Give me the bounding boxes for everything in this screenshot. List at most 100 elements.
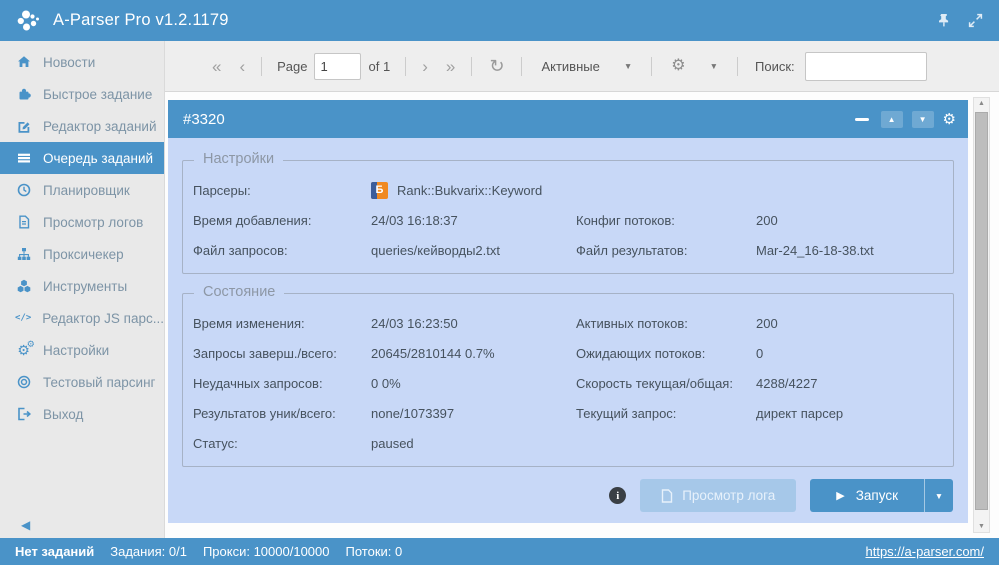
field-label: Неудачных запросов: — [193, 368, 371, 398]
refresh-icon[interactable]: ↻ — [479, 57, 514, 75]
move-up-button[interactable]: ▲ — [881, 111, 903, 128]
scrollbar-thumb[interactable] — [975, 112, 988, 510]
field-value: 20645/2810144 0.7% — [371, 338, 576, 368]
titlebar: A-Parser Pro v1.2.1179 — [0, 0, 999, 41]
parsers-value: Б Rank::Bukvarix::Keyword — [371, 175, 943, 205]
sidebar-item-label: Проксичекер — [43, 247, 124, 262]
sidebar-item-label: Просмотр логов — [43, 215, 143, 230]
home-icon — [15, 55, 32, 69]
filter-dropdown[interactable]: Активные ▼ — [529, 59, 644, 74]
sidebar-item-task-editor[interactable]: Редактор заданий — [0, 110, 164, 142]
minimize-icon[interactable] — [855, 118, 869, 121]
toolbar-separator — [405, 57, 406, 76]
proxy-counter: Прокси: 10000/10000 — [203, 544, 330, 559]
threads-counter: Потоки: 0 — [346, 544, 403, 559]
toolbar-separator — [651, 57, 652, 76]
scroll-up-icon[interactable]: ▲ — [974, 100, 989, 107]
chevron-down-icon[interactable]: ▼ — [710, 61, 718, 71]
app-window: A-Parser Pro v1.2.1179 Новости — [0, 0, 999, 565]
sidebar-item-js-editor[interactable]: </> Редактор JS парс... — [0, 302, 164, 334]
status-text: Нет заданий — [15, 544, 94, 559]
play-icon: ▶ — [836, 489, 844, 502]
search-input[interactable] — [805, 52, 927, 81]
sidebar-item-label: Очередь заданий — [43, 151, 153, 166]
task-panel-header: #3320 ▲ ▼ ⚙ — [168, 100, 968, 138]
last-page-button[interactable]: » — [437, 58, 464, 75]
run-button[interactable]: ▶ Запуск ▼ — [810, 479, 953, 512]
list-icon — [15, 151, 32, 165]
state-legend: Состояние — [194, 284, 284, 300]
run-dropdown-caret[interactable]: ▼ — [924, 479, 953, 512]
gear-icon: ⚙ — [671, 58, 685, 74]
sidebar-item-label: Новости — [43, 55, 95, 70]
view-log-label: Просмотр лога — [682, 488, 775, 503]
sidebar-collapse-arrow[interactable]: ◀ — [21, 518, 30, 532]
sidebar-item-proxy-checker[interactable]: Проксичекер — [0, 238, 164, 270]
task-actions: i Просмотр лога ▶ Запуск ▼ — [182, 479, 954, 512]
pin-icon[interactable] — [936, 13, 951, 28]
field-label: Активных потоков: — [576, 308, 756, 338]
field-label: Ожидающих потоков: — [576, 338, 756, 368]
sidebar-item-log-view[interactable]: Просмотр логов — [0, 206, 164, 238]
field-label: Время добавления: — [193, 205, 371, 235]
field-label: Текущий запрос: — [576, 398, 756, 428]
sidebar-item-label: Тестовый парсинг — [43, 375, 155, 390]
sidebar-item-label: Настройки — [43, 343, 109, 358]
toolbar-separator — [471, 57, 472, 76]
field-value: 200 — [756, 205, 943, 235]
page-count-label: of 1 — [369, 59, 391, 74]
view-log-button[interactable]: Просмотр лога — [640, 479, 796, 512]
settings-legend: Настройки — [194, 151, 283, 167]
sidebar-item-quick-task[interactable]: Быстрое задание — [0, 78, 164, 110]
move-down-button[interactable]: ▼ — [912, 111, 934, 128]
sidebar-item-news[interactable]: Новости — [0, 46, 164, 78]
filter-dropdown-label: Активные — [541, 59, 599, 74]
field-value: 0 — [756, 338, 943, 368]
edit-icon — [15, 119, 32, 133]
expand-icon[interactable] — [968, 13, 983, 28]
settings-dropdown[interactable]: ⚙ ▼ — [659, 58, 730, 74]
toolbar-separator — [521, 57, 522, 76]
field-value: 4288/4227 — [756, 368, 943, 398]
task-panel-body: Настройки Парсеры: Б Rank::Bukvarix::Key… — [168, 138, 968, 523]
field-label: Результатов уник/всего: — [193, 398, 371, 428]
aparser-site-link[interactable]: https://a-parser.com/ — [866, 544, 985, 559]
field-label: Файл результатов: — [576, 235, 756, 265]
sidebar-item-task-queue[interactable]: Очередь заданий — [0, 142, 164, 174]
info-icon[interactable]: i — [609, 487, 626, 504]
page-input[interactable] — [314, 53, 361, 80]
sidebar-item-label: Выход — [43, 407, 83, 422]
sidebar-item-test-parsing[interactable]: Тестовый парсинг — [0, 366, 164, 398]
field-label: Файл запросов: — [193, 235, 371, 265]
field-label: Парсеры: — [193, 175, 371, 205]
next-page-button[interactable]: › — [413, 58, 437, 75]
bullseye-icon — [15, 375, 32, 389]
sidebar-item-tools[interactable]: Инструменты — [0, 270, 164, 302]
sidebar-item-settings[interactable]: ⚙⚙ Настройки — [0, 334, 164, 366]
sidebar-item-label: Быстрое задание — [43, 87, 152, 102]
scroll-down-icon[interactable]: ▼ — [974, 523, 989, 530]
prev-page-button[interactable]: ‹ — [230, 58, 254, 75]
sidebar: Новости Быстрое задание Редактор заданий… — [0, 41, 165, 538]
app-title: A-Parser Pro v1.2.1179 — [53, 11, 229, 30]
toolbar-separator — [261, 57, 262, 76]
chevron-down-icon[interactable]: ▼ — [624, 61, 632, 71]
search-label: Поиск: — [755, 59, 795, 74]
task-settings-gear-icon[interactable]: ⚙ — [943, 112, 956, 127]
bukvarix-parser-icon: Б — [371, 182, 388, 199]
field-value: queries/кейворды2.txt — [371, 235, 576, 265]
field-value: 24/03 16:18:37 — [371, 205, 576, 235]
sitemap-icon — [15, 247, 32, 261]
puzzle-icon — [15, 87, 32, 101]
field-label: Время изменения: — [193, 308, 371, 338]
vertical-scrollbar[interactable]: ▲ ▼ — [973, 97, 990, 533]
file-text-icon — [15, 215, 32, 229]
toolbar: « ‹ Page of 1 › » ↻ Активные ▼ ⚙ ▼ Поиск… — [165, 41, 999, 92]
sidebar-item-scheduler[interactable]: Планировщик — [0, 174, 164, 206]
field-label: Конфиг потоков: — [576, 205, 756, 235]
toolbar-separator — [737, 57, 738, 76]
task-panel: #3320 ▲ ▼ ⚙ Настройки Парсеры: Б Rank::B… — [168, 100, 968, 523]
sidebar-item-exit[interactable]: Выход — [0, 398, 164, 430]
app-logo-icon — [16, 8, 42, 34]
first-page-button[interactable]: « — [203, 58, 230, 75]
